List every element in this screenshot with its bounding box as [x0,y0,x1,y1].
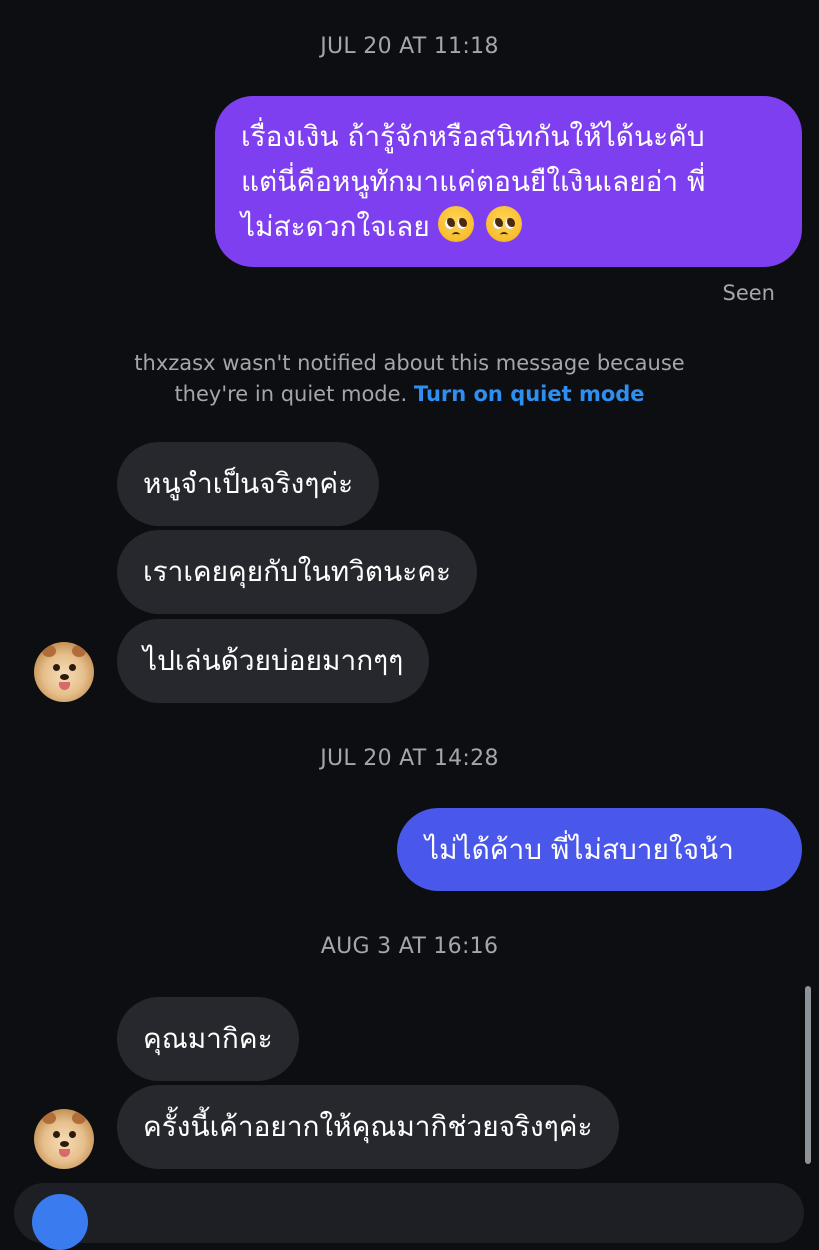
pleading-face-emoji-icon [437,206,474,242]
pleading-face-emoji-icon [485,206,522,242]
incoming-message-bubble[interactable]: ครั้งนี้เค้าอยากให้คุณมากิช่วยจริงๆค่ะ [117,1085,619,1169]
message-composer[interactable] [14,1183,804,1243]
notice-line: they're in quiet mode. Turn on quiet mod… [0,379,819,410]
outgoing-message-bubble[interactable]: ไม่ได้ค้าบ พี่ไม่สบายใจน้า [397,808,802,891]
timestamp: JUL 20 AT 11:18 [320,34,499,59]
incoming-message-bubble[interactable]: เราเคยคุยกับในทวิตนะคะ [117,530,478,614]
message-line-text: ไม่สะดวกใจเลย [241,210,430,243]
turn-on-quiet-mode-link[interactable]: Turn on quiet mode [414,382,645,406]
scrollbar[interactable] [805,986,811,1164]
incoming-message-bubble[interactable]: หนูจำเป็นจริงๆค่ะ [117,442,380,526]
message-line-with-emoji: ไม่สะดวกใจเลย [241,204,782,249]
seen-receipt: Seen [722,281,775,305]
sender-avatar[interactable] [34,1109,94,1169]
message-line: แต่นี่คือหนูทักมาแค่ตอนยืใเงินเลยอ่า พี่ [241,165,706,198]
quiet-mode-notice: thxzasx wasn't notified about this messa… [0,348,819,410]
message-line: เรื่องเงิน ถ้ารู้จักหรือสนิทกันให้ได้นะค… [241,120,705,153]
outgoing-message-bubble[interactable]: เรื่องเงิน ถ้ารู้จักหรือสนิทกันให้ได้นะค… [215,96,802,267]
incoming-message-bubble[interactable]: คุณมากิคะ [117,997,299,1081]
notice-text: they're in quiet mode. [174,382,408,406]
sender-avatar[interactable] [34,642,94,702]
timestamp: JUL 20 AT 14:28 [320,746,499,771]
timestamp: AUG 3 AT 16:16 [320,934,499,959]
camera-button[interactable] [32,1194,88,1250]
incoming-message-bubble[interactable]: ไปเล่นด้วยบ่อยมากๆๆ [117,619,430,703]
notice-line: thxzasx wasn't notified about this messa… [134,351,685,375]
